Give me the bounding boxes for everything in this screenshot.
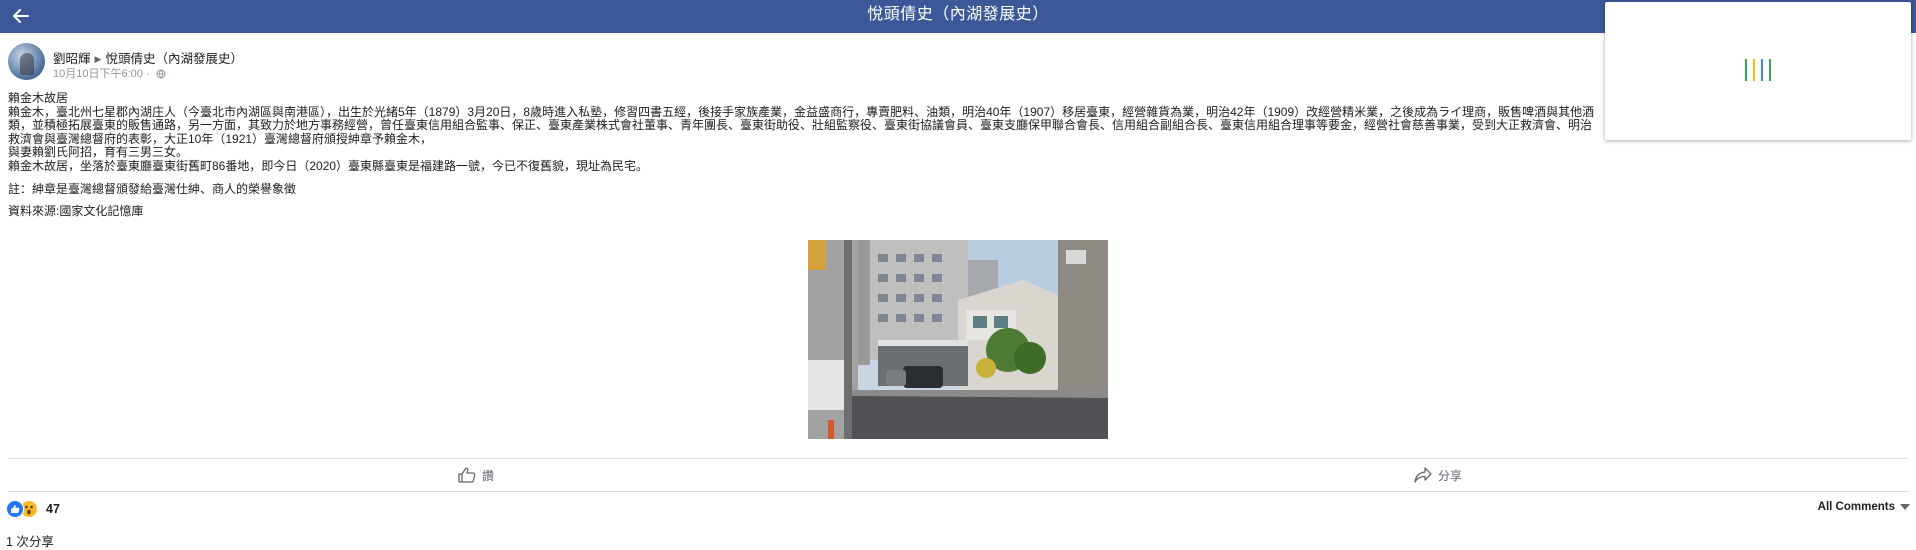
share-count[interactable]: 1 次分享 xyxy=(6,531,54,550)
post-paragraph-title: 賴金木故居 xyxy=(8,91,69,105)
post-paragraph-biography: 賴金木，臺北州七星郡內湖庄人（今臺北市內湖區與南港區），出生於光緒5年（1879… xyxy=(8,104,1595,146)
loading-panel xyxy=(1605,2,1911,140)
reactions-summary[interactable]: 47 xyxy=(6,500,60,518)
thumbs-up-icon xyxy=(458,467,476,483)
post-paragraph-source: 資料來源:國家文化記憶庫 xyxy=(8,204,144,219)
post-paragraph-note: 註：紳章是臺灣總督頒發給臺灣仕紳、商人的榮譽象徵 xyxy=(8,181,297,196)
post-meta: 10月10日下午6:00 · xyxy=(53,65,166,81)
comments-filter-label: All Comments xyxy=(1817,501,1895,513)
divider-bottom xyxy=(8,491,1908,492)
reaction-count: 47 xyxy=(46,502,60,516)
post-photo[interactable] xyxy=(808,240,1108,439)
globe-icon xyxy=(156,69,166,79)
chevron-down-icon xyxy=(1900,504,1910,510)
comments-filter-dropdown[interactable]: All Comments xyxy=(1818,501,1910,513)
post-body: 賴金木故居 賴金木，臺北州七星郡內湖庄人（今臺北市內湖區與南港區），出生於光緒5… xyxy=(8,91,1603,219)
share-arrow-icon xyxy=(1414,467,1432,483)
author-name[interactable]: 劉昭輝 xyxy=(53,52,91,66)
caret-right-icon: ▶ xyxy=(94,54,102,64)
share-label: 分享 xyxy=(1438,468,1463,483)
post-paragraph-residence: 賴金木故居，坐落於臺東廳臺東街舊町86番地，即今日（2020）臺東縣臺東是福建路… xyxy=(8,158,649,173)
like-label: 讚 xyxy=(482,468,495,483)
meta-separator: · xyxy=(145,68,150,80)
loading-spinner-icon xyxy=(1741,59,1777,85)
divider-top xyxy=(8,458,1908,459)
like-reaction-icon xyxy=(6,500,24,518)
like-button[interactable]: 讚 xyxy=(458,466,494,484)
avatar[interactable] xyxy=(8,43,45,80)
post-timestamp[interactable]: 10月10日下午6:00 xyxy=(53,68,143,80)
group-name[interactable]: 悅頭倩史（內湖發展史） xyxy=(105,52,243,66)
share-button[interactable]: 分享 xyxy=(1414,466,1462,484)
post-paragraph-family: 與妻賴劉氏阿招，育有三男三女。 xyxy=(8,145,189,160)
